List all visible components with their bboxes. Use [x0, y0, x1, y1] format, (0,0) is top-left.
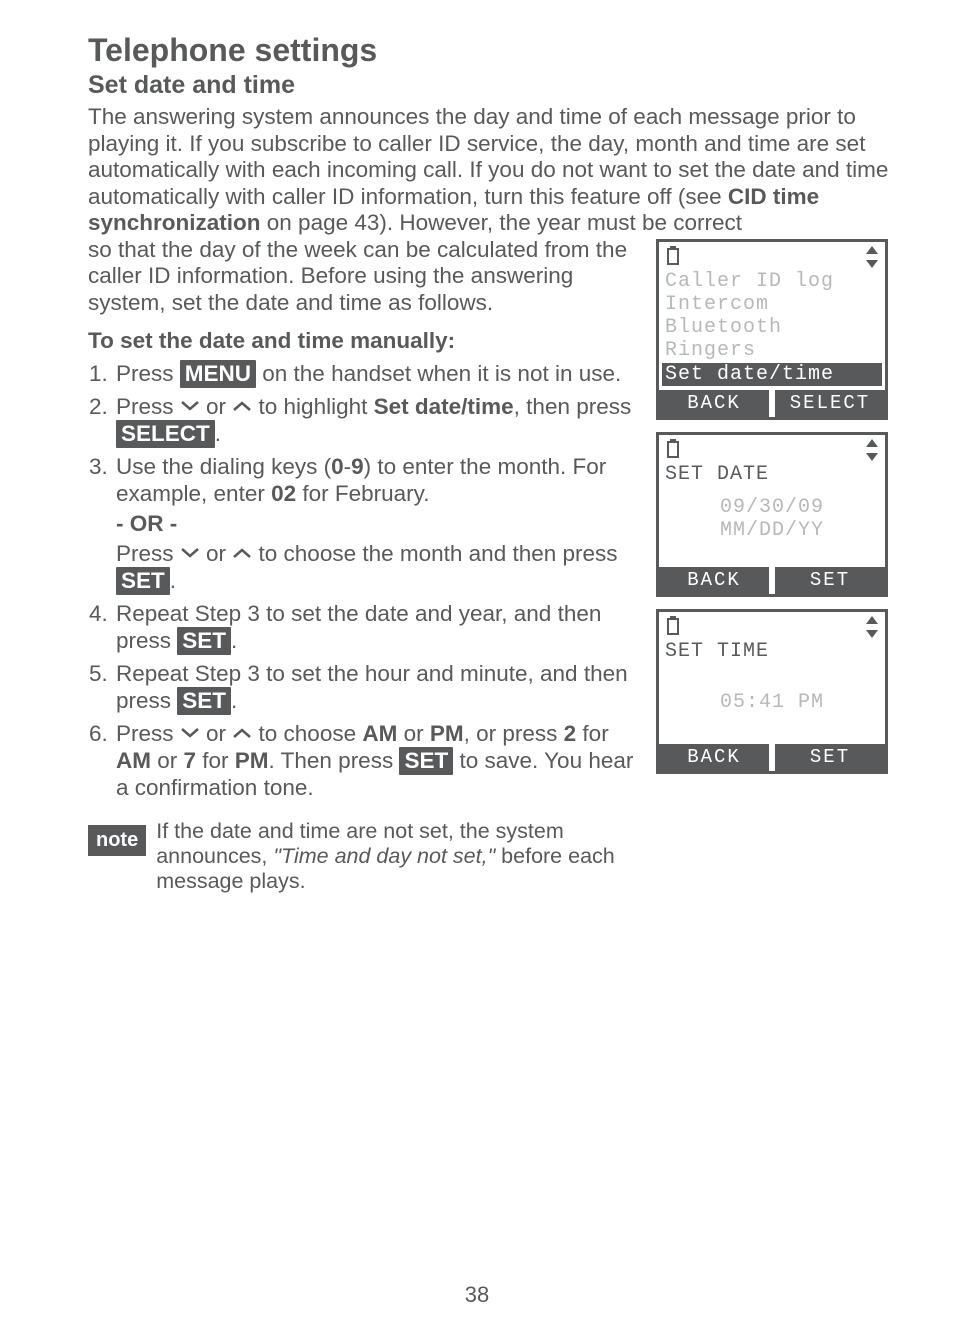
lcd3-softkey-back: BACK — [659, 744, 769, 771]
step6-am: AM — [362, 721, 397, 746]
step6-b: or — [200, 721, 233, 746]
lcd-menu-screen: Caller ID log Intercom Bluetooth Ringers… — [656, 239, 888, 420]
step1-text-a: Press — [116, 361, 180, 386]
up-down-arrows-icon — [865, 246, 879, 268]
chevron-down-icon — [180, 392, 200, 418]
lcd1-l3: Bluetooth — [665, 316, 879, 339]
lcd3-title: SET TIME — [665, 640, 879, 663]
lcd1-l1: Caller ID log — [665, 270, 879, 293]
chevron-down-icon — [180, 539, 200, 565]
step3-text-c: for February. — [296, 481, 429, 506]
step3-bold1: 0 — [331, 454, 344, 479]
step3-dash: - — [344, 454, 352, 479]
battery-icon — [665, 246, 681, 266]
intro-paragraph-2: so that the day of the week can be calcu… — [88, 237, 642, 317]
step3alt-b: or — [200, 541, 233, 566]
lcd2-value2: MM/DD/YY — [665, 519, 879, 542]
select-button-label: SELECT — [116, 420, 215, 448]
step2-text-a: Press — [116, 394, 180, 419]
step6-g: for — [196, 748, 235, 773]
note-text: If the date and time are not set, the sy… — [156, 819, 642, 894]
step3-text-a: Use the dialing keys ( — [116, 454, 331, 479]
battery-icon — [665, 439, 681, 459]
period: . — [231, 688, 237, 713]
step-3: Use the dialing keys (0-9) to enter the … — [114, 454, 642, 594]
step-1: Press MENU on the handset when it is not… — [114, 360, 642, 388]
lcd1-l4: Ringers — [665, 339, 879, 362]
period: . — [231, 628, 237, 653]
page-title: Telephone settings — [88, 32, 894, 69]
step6-d: , or press — [464, 721, 564, 746]
chevron-up-icon — [232, 539, 252, 565]
step2-text-d: , then press — [514, 394, 632, 419]
lcd1-softkey-select: SELECT — [775, 390, 885, 417]
step3-bold3: 02 — [271, 481, 296, 506]
chevron-down-icon — [180, 719, 200, 745]
battery-icon — [665, 616, 681, 636]
lcd2-title: SET DATE — [665, 463, 879, 486]
step6-pm2: PM — [235, 748, 269, 773]
lcd2-softkey-set: SET — [775, 567, 885, 594]
step-4: Repeat Step 3 to set the date and year, … — [114, 601, 642, 655]
set-button-label: SET — [116, 567, 170, 595]
step3-bold2: 9 — [351, 454, 364, 479]
step6-f: or — [151, 748, 184, 773]
lcd3-softkey-set: SET — [775, 744, 885, 771]
lcd3-value1: 05:41 PM — [665, 691, 879, 714]
section-title: Set date and time — [88, 71, 894, 100]
step6-a: Press — [116, 721, 180, 746]
set-button-label: SET — [177, 687, 231, 715]
step2-text-b: or — [200, 394, 233, 419]
up-down-arrows-icon — [865, 616, 879, 638]
set-button-label: SET — [177, 627, 231, 655]
up-down-arrows-icon — [865, 439, 879, 461]
lcd2-softkey-back: BACK — [659, 567, 769, 594]
lcd2-value1: 09/30/09 — [665, 496, 879, 519]
period: . — [170, 568, 176, 593]
step-2: Press or to highlight Set date/time, the… — [114, 394, 642, 448]
steps-list: Press MENU on the handset when it is not… — [88, 360, 642, 801]
note-block: note If the date and time are not set, t… — [88, 819, 642, 894]
howto-heading: To set the date and time manually: — [88, 328, 642, 354]
step1-text-b: on the handset when it is not in use. — [256, 361, 621, 386]
note-italic: "Time and day not set," — [273, 844, 495, 868]
menu-button-label: MENU — [180, 360, 256, 388]
step6-or: or — [397, 721, 430, 746]
chevron-up-icon — [232, 719, 252, 745]
period: . — [215, 421, 221, 446]
set-button-label: SET — [399, 747, 453, 775]
step2-text-c: to highlight — [252, 394, 373, 419]
or-label: - OR - — [116, 511, 642, 537]
page-number: 38 — [0, 1282, 954, 1308]
lcd1-selected: Set date/time — [662, 363, 882, 386]
step6-h: . Then press — [269, 748, 400, 773]
step3alt-c: to choose the month and then press — [252, 541, 617, 566]
step6-c: to choose — [252, 721, 362, 746]
note-badge: note — [88, 825, 146, 856]
step6-seven: 7 — [184, 748, 197, 773]
lcd-set-time-screen: SET TIME 05:41 PM BACK SET — [656, 609, 888, 774]
lcd-set-date-screen: SET DATE 09/30/09 MM/DD/YY BACK SET — [656, 432, 888, 597]
step6-pm: PM — [430, 721, 464, 746]
step-5: Repeat Step 3 to set the hour and minute… — [114, 661, 642, 715]
intro-paragraph: The answering system announces the day a… — [88, 104, 894, 237]
step6-two: 2 — [564, 721, 577, 746]
step6-e: for — [576, 721, 609, 746]
lcd1-softkey-back: BACK — [659, 390, 769, 417]
intro-text-b: on page 43). However, the year must be c… — [261, 210, 743, 235]
step3alt-a: Press — [116, 541, 180, 566]
step-6: Press or to choose AM or PM, or press 2 … — [114, 721, 642, 801]
step3-alt: Press or to choose the month and then pr… — [116, 541, 642, 595]
lcd1-l2: Intercom — [665, 293, 879, 316]
chevron-up-icon — [232, 392, 252, 418]
step2-bold: Set date/time — [374, 394, 514, 419]
step6-am2: AM — [116, 748, 151, 773]
